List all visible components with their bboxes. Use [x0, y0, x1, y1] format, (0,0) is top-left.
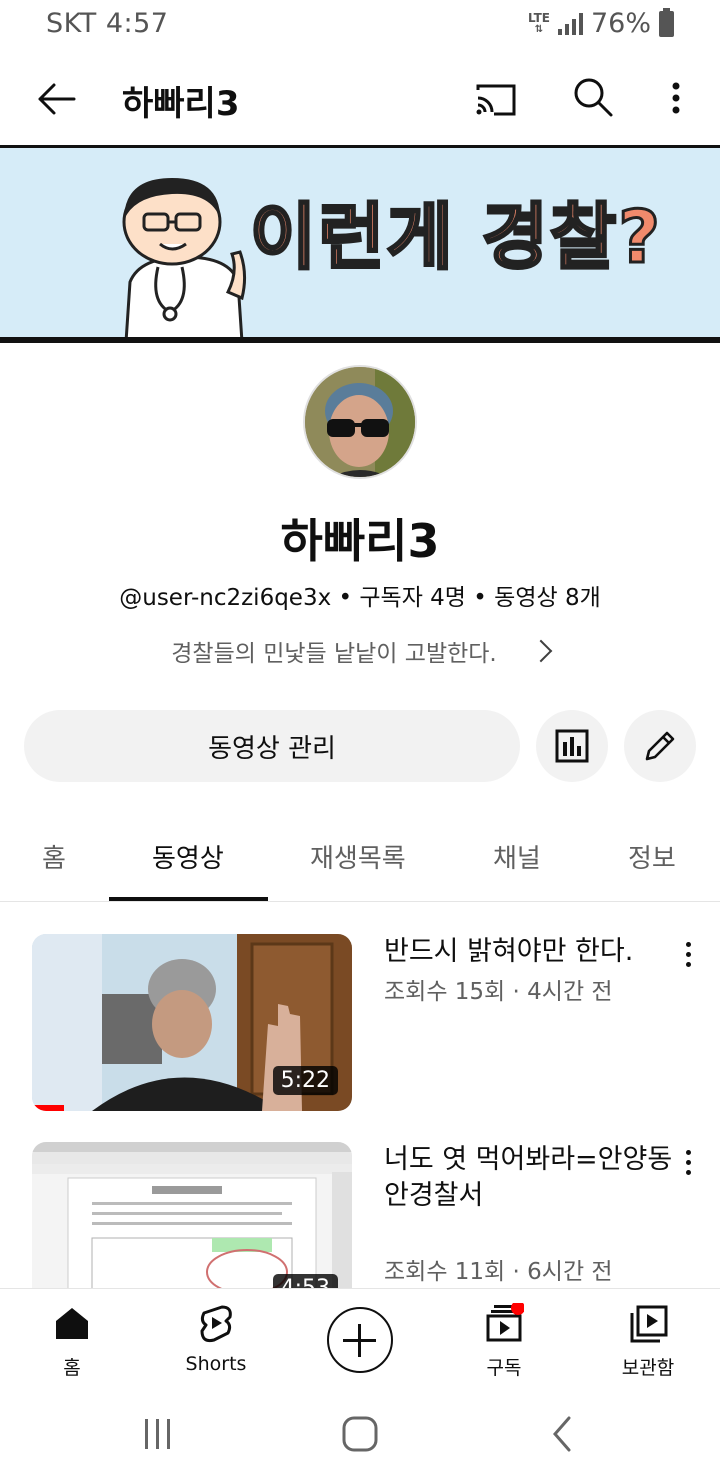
analytics-icon	[555, 729, 589, 763]
video-more-button[interactable]	[676, 936, 700, 976]
watch-progress-bar	[32, 1105, 64, 1111]
carrier-time: SKT 4:57	[46, 8, 169, 39]
avatar-photo	[305, 367, 415, 477]
doctor-character-illustration	[122, 178, 247, 337]
app-title: 하빠리3	[122, 84, 240, 124]
notification-badge	[511, 1303, 524, 1315]
cast-button[interactable]	[470, 74, 520, 124]
back-system-icon[interactable]	[545, 1414, 581, 1454]
search-button[interactable]	[568, 72, 618, 122]
channel-description-text: 경찰들의 민낯들 낱낱이 고발한다.	[171, 641, 497, 667]
video-duration: 5:22	[272, 1066, 338, 1095]
video-meta: 조회수 11회 · 6시간 전	[384, 1259, 613, 1285]
signal-icon	[557, 12, 583, 35]
app-bar: 하빠리3	[0, 52, 720, 144]
channel-banner: 이런게 경찰?	[0, 145, 720, 343]
more-vertical-icon	[672, 82, 680, 114]
channel-description[interactable]: 경찰들의 민낯들 낱낱이 고발한다.	[0, 634, 720, 668]
edit-channel-button[interactable]	[624, 710, 696, 782]
banner-headline: 이런게 경찰?	[248, 194, 663, 281]
channel-avatar[interactable]	[303, 365, 417, 479]
more-options-button[interactable]	[660, 72, 692, 124]
status-bar: SKT 4:57 LTE ⇅ 76%	[0, 0, 720, 52]
video-more-button[interactable]	[676, 1144, 700, 1184]
tab-about[interactable]: 정보	[628, 838, 676, 875]
system-navigation-bar	[0, 1388, 720, 1480]
nav-subscriptions[interactable]: 구독	[432, 1289, 576, 1389]
subscriptions-icon	[486, 1303, 524, 1342]
chevron-right-icon	[529, 639, 553, 663]
nav-subscriptions-label: 구독	[486, 1357, 522, 1379]
recent-apps-icon[interactable]	[140, 1416, 176, 1452]
channel-name: 하빠리3	[280, 514, 440, 568]
battery-icon	[659, 7, 674, 37]
home-icon	[56, 1308, 88, 1339]
video-thumbnail[interactable]: 5:22	[32, 934, 352, 1111]
tab-playlists[interactable]: 재생목록	[310, 838, 406, 875]
tab-channels[interactable]: 채널	[493, 838, 541, 875]
video-title[interactable]: 너도 엿 먹어봐라=안양동안경찰서	[384, 1142, 674, 1214]
pencil-icon	[645, 731, 675, 761]
channel-tabs: 홈 동영상 재생목록 채널 정보	[0, 818, 720, 902]
tab-videos[interactable]: 동영상	[152, 838, 224, 875]
back-button[interactable]	[30, 74, 80, 124]
video-meta: 조회수 15회 · 4시간 전	[384, 979, 613, 1005]
shorts-icon	[200, 1305, 232, 1343]
bottom-navigation: 홈 Shorts 구독 보관함	[0, 1288, 720, 1388]
analytics-button[interactable]	[536, 710, 608, 782]
nav-home-label: 홈	[63, 1357, 81, 1379]
nav-library-label: 보관함	[621, 1357, 675, 1379]
channel-meta: @user-nc2zi6qe3x • 구독자 4명 • 동영상 8개	[119, 585, 601, 611]
cast-icon	[476, 84, 516, 116]
search-icon	[574, 78, 613, 117]
video-title[interactable]: 반드시 밝혀야만 한다.	[384, 934, 674, 970]
home-system-icon[interactable]	[340, 1414, 380, 1454]
active-tab-indicator	[109, 897, 268, 901]
arrow-back-icon	[38, 83, 76, 115]
network-indicator: LTE ⇅	[527, 10, 550, 35]
nav-shorts-label: Shorts	[185, 1353, 247, 1375]
nav-home[interactable]: 홈	[0, 1289, 144, 1389]
manage-videos-button[interactable]: 동영상 관리	[24, 710, 520, 782]
create-button[interactable]	[327, 1307, 393, 1373]
battery-percent: 76%	[590, 8, 651, 39]
nav-library[interactable]: 보관함	[576, 1289, 720, 1389]
tab-home[interactable]: 홈	[42, 838, 66, 875]
library-icon	[630, 1305, 668, 1343]
nav-shorts[interactable]: Shorts	[144, 1289, 288, 1389]
